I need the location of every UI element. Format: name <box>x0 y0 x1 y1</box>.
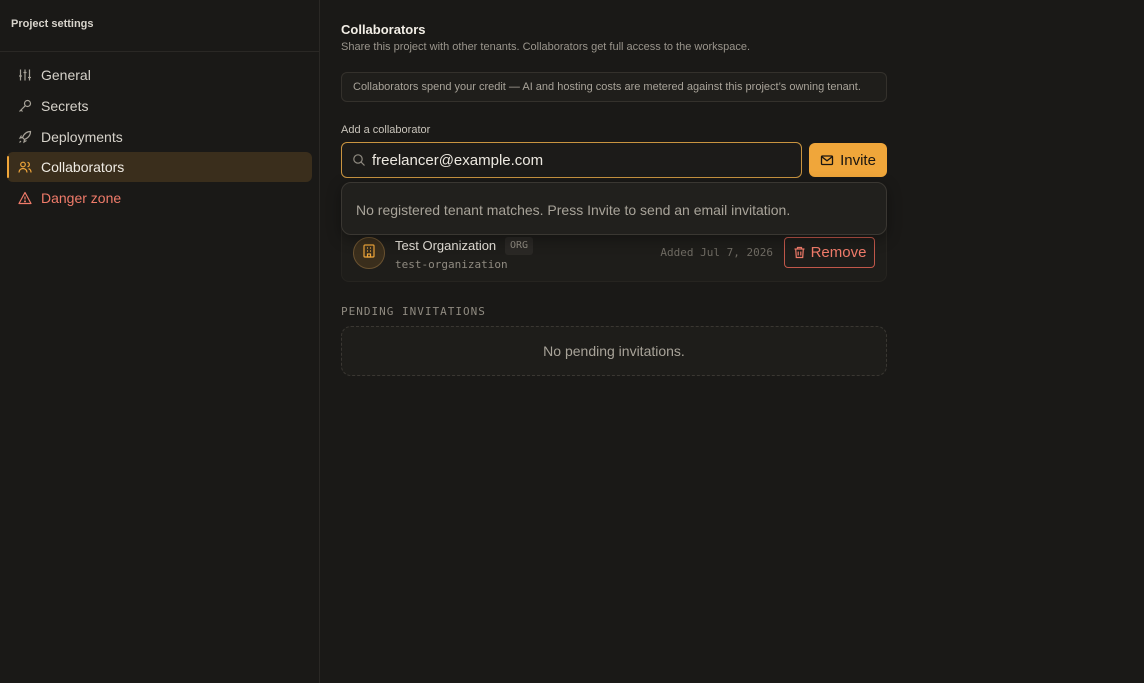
collaborator-search-field[interactable] <box>341 142 802 178</box>
sidebar-item-collaborators[interactable]: Collaborators <box>7 152 312 183</box>
org-type-badge: ORG <box>505 237 534 255</box>
collaborator-slug: test-organization <box>395 258 508 271</box>
search-input[interactable] <box>372 151 791 169</box>
sidebar-title: Project settings <box>0 0 319 52</box>
sidebar-item-deployments[interactable]: Deployments <box>7 122 312 152</box>
search-results-dropdown: No registered tenant matches. Press Invi… <box>341 182 887 235</box>
sidebar-item-label: Danger zone <box>41 190 122 207</box>
credit-notice: Collaborators spend your credit — AI and… <box>341 72 887 102</box>
sidebar-item-danger-zone[interactable]: Danger zone <box>7 183 312 213</box>
sidebar-item-general[interactable]: General <box>7 60 312 90</box>
page-subtitle: Share this project with other tenants. C… <box>341 41 751 53</box>
sidebar-item-secrets[interactable]: Secrets <box>7 91 312 121</box>
rocket-icon <box>18 130 32 144</box>
added-date: Added Jul 7, 2026 <box>660 246 773 259</box>
sliders-icon <box>18 68 32 82</box>
trash-icon <box>793 246 806 259</box>
mail-icon <box>820 153 834 167</box>
warning-icon <box>18 191 32 205</box>
users-icon <box>18 160 32 174</box>
search-icon <box>352 153 366 167</box>
page-title: Collaborators <box>341 22 426 37</box>
remove-collaborator-button[interactable]: Remove <box>784 237 875 268</box>
collaborator-name: Test Organization <box>395 238 497 253</box>
building-icon <box>361 243 377 264</box>
key-icon <box>18 99 32 113</box>
pending-invitations-heading: PENDING INVITATIONS <box>341 305 486 318</box>
pending-invitations-empty: No pending invitations. <box>341 326 887 376</box>
sidebar-item-label: Deployments <box>41 128 123 145</box>
sidebar-item-label: General <box>41 67 91 83</box>
avatar <box>353 237 385 269</box>
sidebar-item-label: Secrets <box>41 97 89 114</box>
sidebar: Project settings General Secrets Deploym… <box>0 0 320 683</box>
add-collaborator-label: Add a collaborator <box>341 124 431 136</box>
sidebar-nav: General Secrets Deployments Collaborator… <box>0 52 319 222</box>
invite-button[interactable]: Invite <box>809 143 887 177</box>
sidebar-item-label: Collaborators <box>41 159 125 176</box>
invite-button-label: Invite <box>840 151 876 169</box>
remove-button-label: Remove <box>810 244 867 261</box>
